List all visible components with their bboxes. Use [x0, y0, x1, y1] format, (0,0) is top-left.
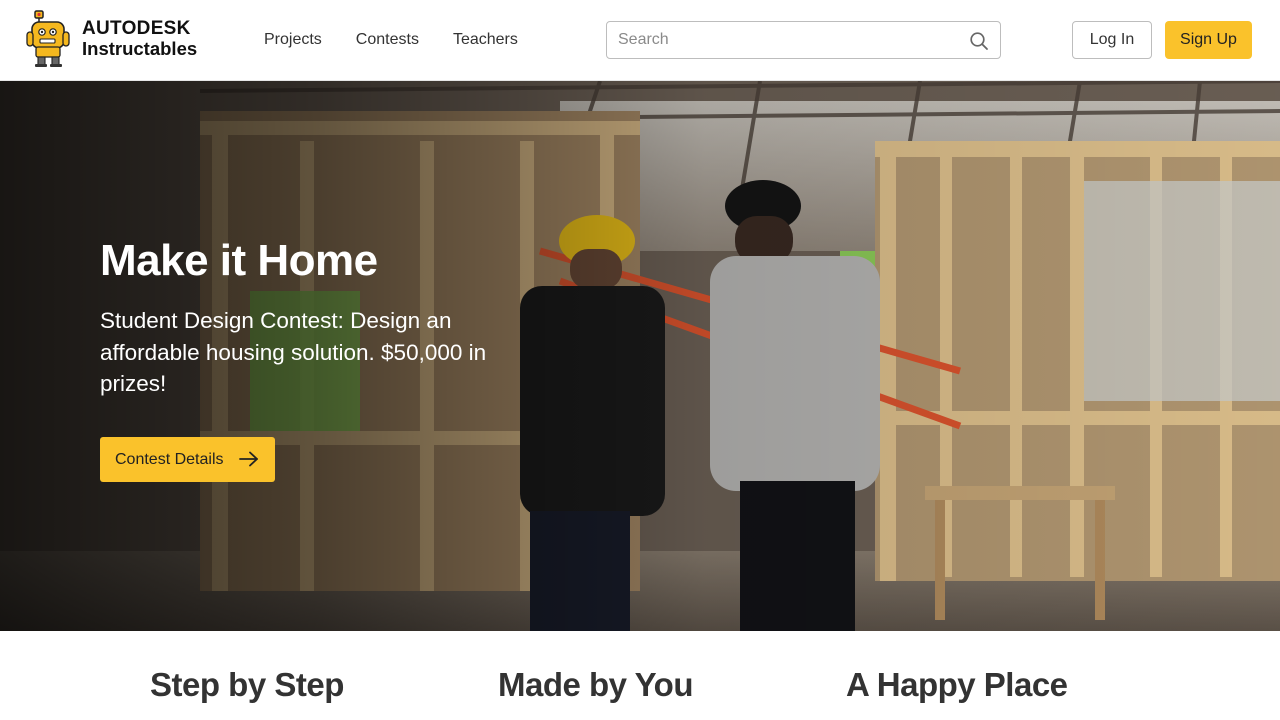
search-icon[interactable]	[969, 31, 989, 51]
logo-product: Instructables	[82, 38, 198, 59]
hero-subtitle: Student Design Contest: Design an afford…	[100, 308, 487, 396]
feature-title-made-by-you: Made by You	[498, 666, 693, 703]
features-section: Step by Step Made by You A Happy Place	[0, 631, 1280, 720]
signup-button[interactable]: Sign Up	[1165, 21, 1252, 59]
contest-details-label: Contest Details	[115, 450, 224, 468]
feature-title-step-by-step: Step by Step	[150, 666, 344, 703]
nav-item-teachers[interactable]: Teachers	[453, 30, 518, 50]
nav-item-contests[interactable]: Contests	[356, 30, 419, 50]
search-input[interactable]	[607, 22, 957, 58]
robot-mascot-icon	[26, 10, 70, 67]
hero-banner: Make it Home Student Design Contest: Des…	[0, 81, 1280, 631]
arrow-right-icon	[239, 451, 258, 467]
logo-brand: AUTODESK	[82, 18, 191, 39]
nav-item-projects[interactable]: Projects	[264, 30, 322, 50]
login-button[interactable]: Log In	[1072, 21, 1152, 59]
logo-link[interactable]: AUTODESK Instructables	[26, 10, 216, 70]
logo-text: AUTODESK Instructables	[82, 19, 197, 59]
site-header: AUTODESK Instructables Projects Contests…	[0, 0, 1280, 81]
main-nav: Projects Contests Teachers	[264, 30, 552, 50]
contest-details-button[interactable]: Contest Details	[100, 437, 275, 482]
hero-title: Make it Home	[100, 236, 378, 285]
feature-title-happy-place: A Happy Place	[846, 666, 1068, 703]
search-box	[606, 21, 1001, 59]
